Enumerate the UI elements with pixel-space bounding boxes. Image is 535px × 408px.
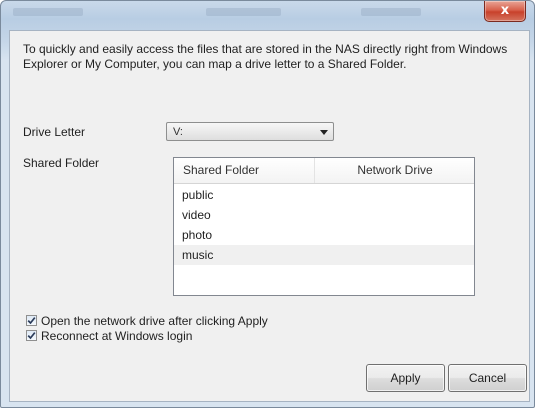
- list-item[interactable]: photo: [174, 225, 474, 245]
- close-button[interactable]: x: [484, 1, 526, 22]
- folder-name: video: [182, 208, 211, 222]
- title-blur: [206, 8, 281, 16]
- map-drive-dialog: x To quickly and easily access the files…: [0, 0, 535, 408]
- dialog-content: To quickly and easily access the files t…: [9, 30, 530, 402]
- shared-folder-label: Shared Folder: [23, 156, 100, 170]
- column-header-network-drive[interactable]: Network Drive: [316, 158, 474, 183]
- open-after-apply-label: Open the network drive after clicking Ap…: [41, 314, 268, 328]
- checkmark-icon: [27, 317, 36, 325]
- shared-folder-list[interactable]: Shared Folder Network Drive public video…: [173, 157, 475, 296]
- checkmark-icon: [27, 332, 36, 340]
- close-icon: x: [500, 3, 510, 18]
- folder-name: public: [182, 188, 214, 202]
- title-bar[interactable]: x: [1, 1, 534, 29]
- column-header-shared-folder[interactable]: Shared Folder: [174, 158, 315, 183]
- reconnect-login-label: Reconnect at Windows login: [41, 329, 193, 343]
- open-after-apply-checkbox[interactable]: [26, 315, 37, 326]
- cancel-button[interactable]: Cancel: [448, 364, 527, 392]
- list-item[interactable]: public: [174, 185, 474, 205]
- intro-text: To quickly and easily access the files t…: [23, 42, 508, 71]
- title-blur: [361, 8, 421, 16]
- reconnect-login-checkbox[interactable]: [26, 330, 37, 341]
- folder-name: music: [182, 248, 214, 262]
- list-item-selected[interactable]: music: [174, 245, 474, 265]
- folder-name: photo: [182, 228, 213, 242]
- drive-letter-value: V:: [173, 126, 183, 138]
- chevron-down-icon: [320, 130, 328, 135]
- list-header: Shared Folder Network Drive: [174, 158, 474, 184]
- list-item[interactable]: video: [174, 205, 474, 225]
- apply-button[interactable]: Apply: [366, 364, 445, 392]
- title-blur: [13, 8, 83, 16]
- drive-letter-select[interactable]: V:: [166, 122, 334, 141]
- drive-letter-label: Drive Letter: [23, 125, 86, 139]
